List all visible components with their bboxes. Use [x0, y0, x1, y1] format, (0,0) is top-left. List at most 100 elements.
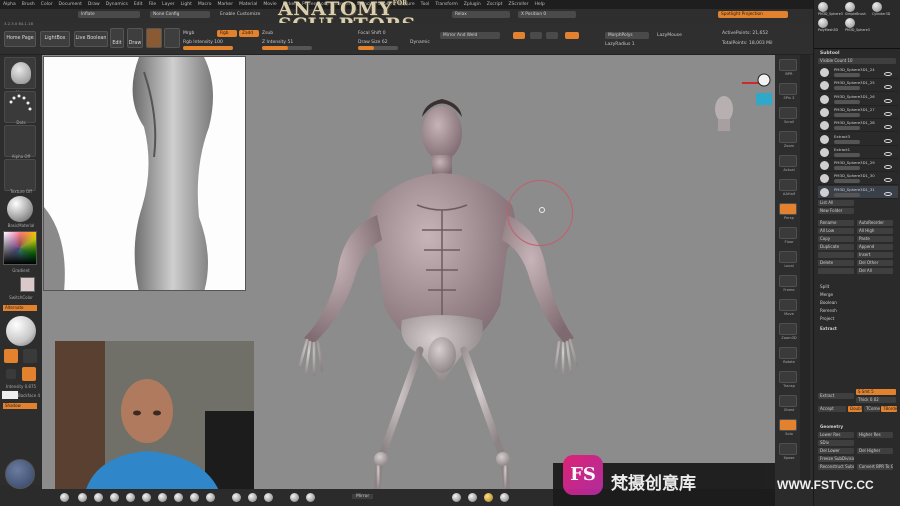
mirror-button[interactable]: Mirror [352, 494, 374, 499]
move-mode-button[interactable] [146, 28, 162, 48]
menu-item-alpha[interactable]: Alpha [0, 2, 19, 7]
extract-title[interactable]: Extract [820, 326, 837, 331]
subtool-toggle[interactable] [834, 126, 860, 131]
subtool-row[interactable]: PM3D_Sphere3D1_27 [818, 106, 898, 119]
action-button[interactable]: Del All [857, 268, 893, 274]
z-sym-button[interactable] [546, 32, 558, 39]
alternate-button[interactable]: Alternate [3, 305, 37, 311]
menu-item-layer[interactable]: Layer [159, 2, 178, 7]
menu-item-material[interactable]: Material [236, 2, 260, 7]
tray-section-merge[interactable]: Merge [820, 292, 833, 297]
menu-item-zscript[interactable]: Zscript [484, 2, 506, 7]
menu-item-file[interactable]: File [146, 2, 160, 7]
eye-icon[interactable] [884, 151, 892, 156]
menu-item-zplugin[interactable]: Zplugin [461, 2, 484, 7]
new-folder-button[interactable]: New Folder [818, 208, 854, 214]
list-all-button[interactable]: List All [818, 200, 854, 206]
light-bulb-icon[interactable] [4, 349, 18, 363]
edit-button[interactable]: Edit [110, 28, 124, 48]
subtool-row[interactable]: PM3D_Sphere3D1_30 [818, 172, 898, 186]
tray-section-split[interactable]: Split [820, 284, 829, 289]
eye-icon[interactable] [884, 85, 892, 90]
material-ball[interactable] [232, 493, 241, 502]
color-picker[interactable] [3, 231, 37, 265]
stroke-selector[interactable] [4, 91, 36, 123]
texture-selector[interactable] [4, 159, 36, 191]
light-bulb-icon[interactable] [22, 367, 36, 381]
action-button[interactable]: All Low [818, 228, 854, 234]
menu-item-help[interactable]: Help [531, 2, 547, 7]
subtool-row[interactable]: PM3D_Sphere3D1_28 [818, 119, 898, 133]
secondary-color-swatch[interactable] [20, 277, 35, 292]
shelf-button-spix-3[interactable] [779, 83, 797, 95]
shelf-button-ghost[interactable] [779, 395, 797, 407]
mrgb-button[interactable]: Mrgb [183, 31, 194, 36]
tool-thumbnail[interactable] [818, 2, 828, 12]
material-ball[interactable] [110, 493, 119, 502]
material-ball[interactable] [158, 493, 167, 502]
geometry-button[interactable]: SDiv [818, 440, 854, 446]
eye-icon[interactable] [884, 72, 892, 76]
double-button[interactable]: Double [848, 406, 862, 412]
menu-item-movie[interactable]: Movie [260, 2, 279, 7]
shelf-button-actual[interactable] [779, 155, 797, 167]
tcorner-button[interactable]: TCorner [864, 406, 880, 412]
scale-mode-button[interactable] [164, 28, 180, 48]
subtool-row[interactable]: PM3D_Sphere3D1_25 [818, 79, 898, 93]
shelf-button-frame[interactable] [779, 275, 797, 287]
menu-item-document[interactable]: Document [56, 2, 85, 7]
menu-item-macro[interactable]: Macro [195, 2, 215, 7]
draw-size-track[interactable] [358, 46, 398, 50]
brush-selector[interactable] [4, 57, 36, 89]
action-button[interactable]: Delete [818, 260, 854, 266]
live-boolean-button[interactable]: Live Boolean [74, 31, 108, 47]
material-ball[interactable] [248, 493, 257, 502]
geometry-button[interactable]: Del Lower [818, 448, 854, 454]
material-ball[interactable] [126, 493, 135, 502]
lazy-mouse-button[interactable]: LazyMouse [657, 33, 682, 38]
menu-item-light[interactable]: Light [178, 2, 195, 7]
tray-section-project[interactable]: Project [820, 316, 834, 321]
action-button[interactable] [818, 252, 854, 258]
dynamic-button[interactable]: Dynamic [410, 40, 430, 45]
subtool-toggle[interactable] [834, 112, 860, 117]
menu-item-draw[interactable]: Draw [85, 2, 103, 7]
lazy-radius-slider[interactable]: LazyRadius 1 [605, 42, 635, 47]
geometry-button[interactable]: Reconstruct Subdiv [818, 464, 854, 470]
shelf-button-persp[interactable] [779, 203, 797, 215]
tborder-button[interactable]: TBorder [881, 406, 897, 412]
draw-button[interactable]: Draw [127, 28, 143, 48]
y-sym-button[interactable] [530, 32, 542, 39]
menu-item-dynamics[interactable]: Dynamics [103, 2, 131, 7]
shelf-button-bpr[interactable] [779, 59, 797, 71]
shelf-button-local[interactable] [779, 251, 797, 263]
action-button[interactable]: Insert [857, 252, 893, 258]
zadd-button[interactable]: Zadd [239, 30, 259, 37]
x-position-slider[interactable]: X Position 0 [518, 11, 576, 18]
none-config-dropdown[interactable]: None Config [150, 11, 210, 18]
mirror-and-weld-button[interactable]: Mirror And Weld [440, 32, 500, 39]
tray-section-remesh[interactable]: Remesh [820, 308, 837, 313]
relax-slider[interactable]: Relax [452, 11, 510, 18]
shadow-button[interactable]: Shadow [3, 403, 37, 409]
extract-button[interactable]: Extract [818, 393, 854, 399]
accept-button[interactable]: Accept [818, 406, 846, 412]
material-ball[interactable] [190, 493, 199, 502]
material-ball[interactable] [306, 493, 315, 502]
subtool-toggle[interactable] [834, 152, 860, 157]
tool-thumbnail[interactable] [845, 2, 855, 12]
light-bulb-icon[interactable] [6, 369, 16, 379]
subtool-toggle[interactable] [834, 192, 860, 197]
z-intensity-slider[interactable]: Z Intensity 51 [262, 40, 293, 45]
subtool-row[interactable]: PM3D_Sphere3D1_26 [818, 93, 898, 106]
z-intensity-track[interactable] [262, 46, 312, 50]
subtool-row[interactable]: Extract1 [818, 146, 898, 159]
eye-icon[interactable] [884, 98, 892, 103]
shelf-button-move[interactable] [779, 299, 797, 311]
shelf-button-scroll[interactable] [779, 107, 797, 119]
rgb-intensity-track[interactable] [183, 46, 233, 50]
geometry-button[interactable]: Lower Res [818, 432, 854, 438]
subtool-toggle[interactable] [834, 179, 860, 184]
shelf-button-xpose[interactable] [779, 443, 797, 455]
material-ball[interactable] [264, 493, 273, 502]
